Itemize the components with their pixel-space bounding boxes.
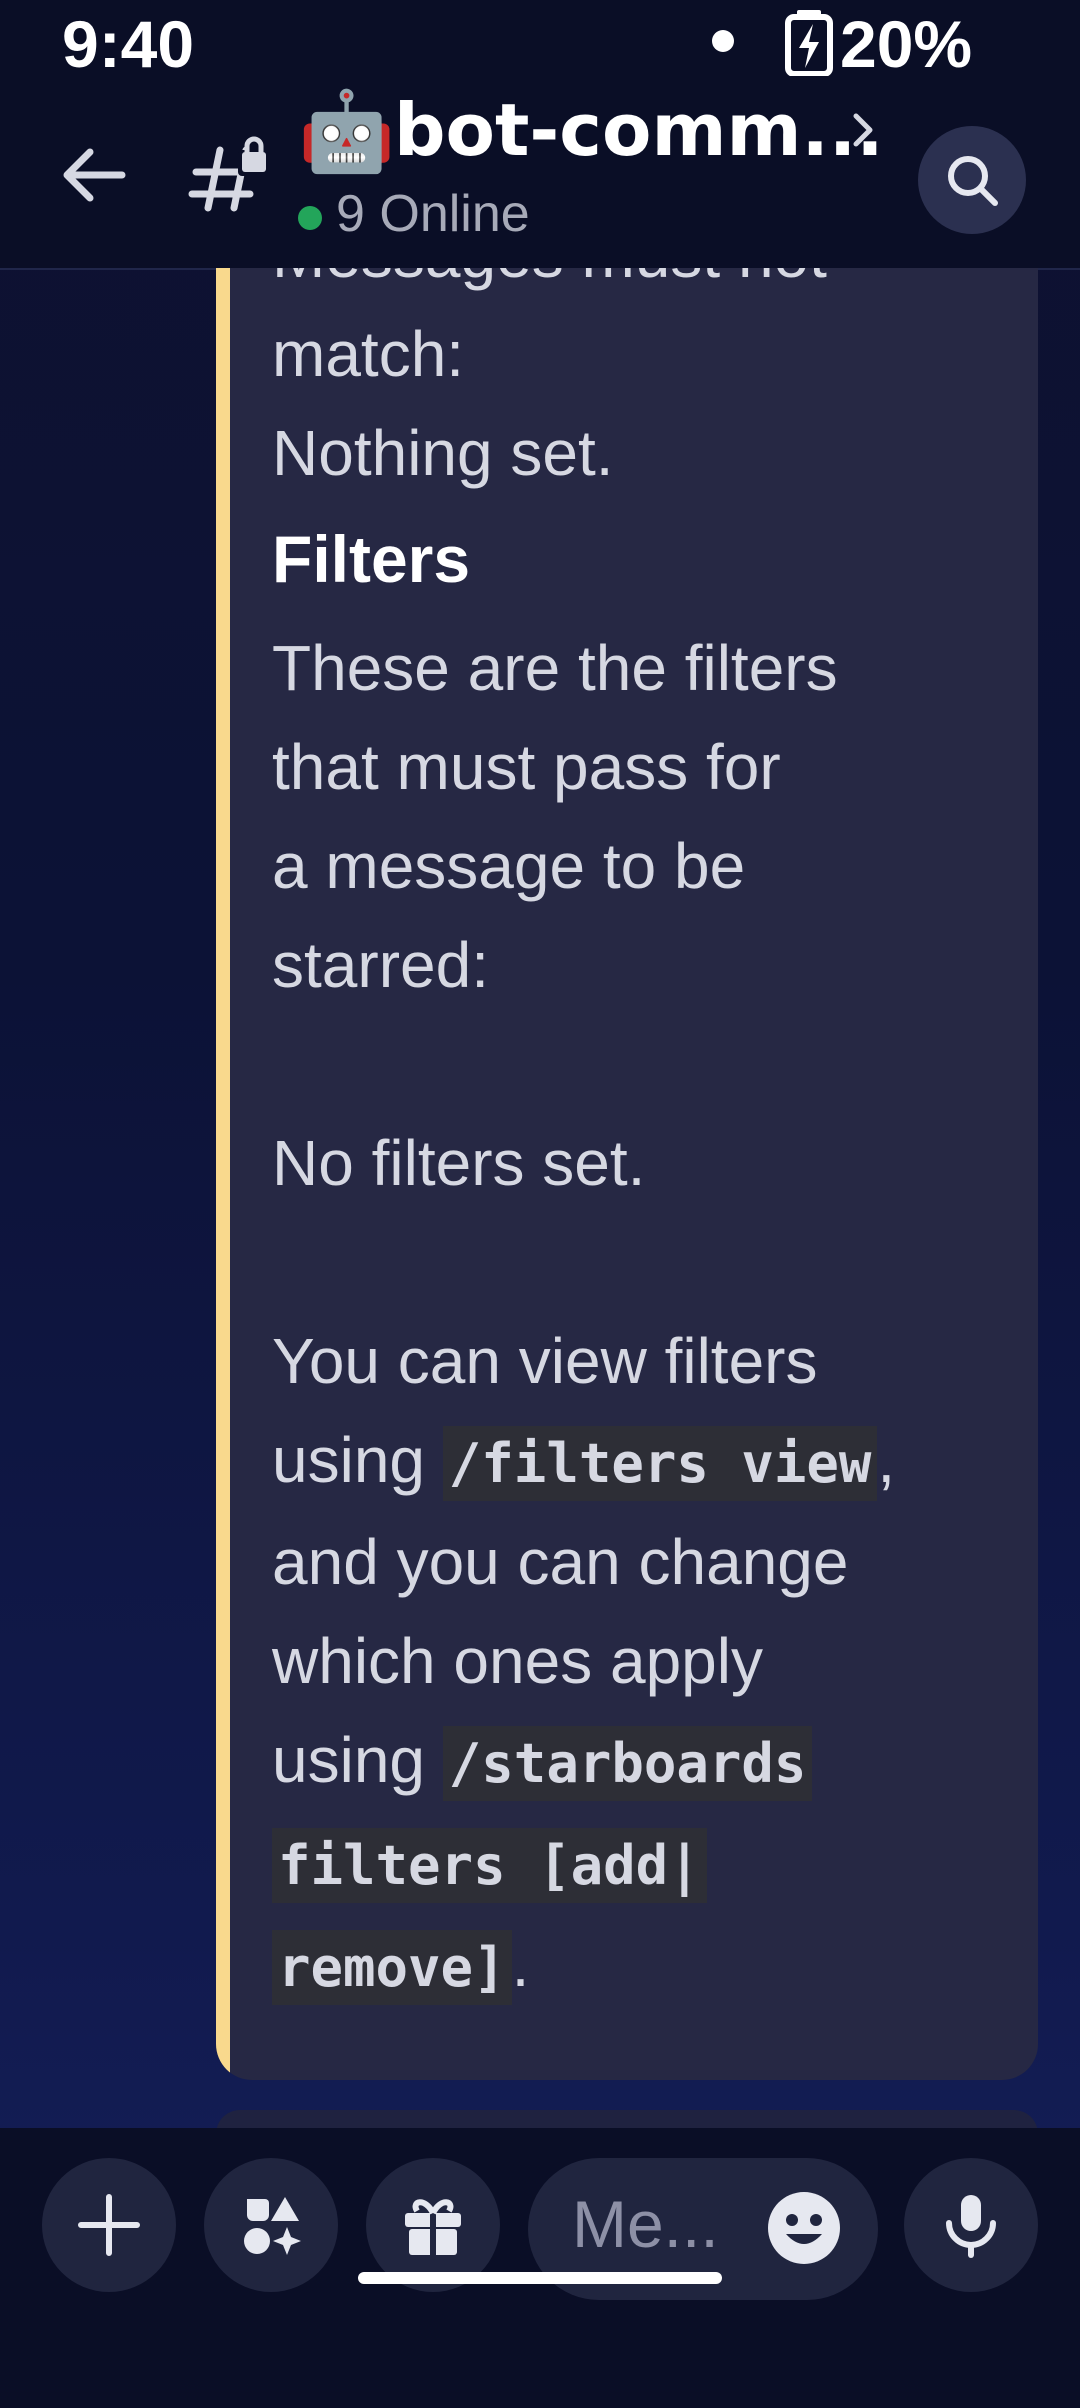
online-status-dot — [298, 206, 322, 230]
message-composer-bar: Me... — [0, 2128, 1080, 2408]
view-filters-using: using — [272, 1424, 443, 1496]
voice-button[interactable] — [904, 2158, 1038, 2292]
plus-icon — [78, 2194, 140, 2256]
home-indicator[interactable] — [358, 2272, 722, 2284]
apps-button[interactable] — [204, 2158, 338, 2292]
starboards-command-part-1[interactable]: /starboards — [442, 1726, 813, 1801]
embed-body: Messages must not match: Nothing set. Fi… — [272, 268, 1012, 2017]
filters-description-line-3: a message to be — [272, 830, 746, 902]
starboards-command-part-3[interactable]: remove] — [272, 1930, 512, 2005]
filters-description-line-1: These are the filters — [272, 632, 838, 704]
view-filters-line: using /filters view, — [272, 1411, 1012, 1513]
back-arrow-icon[interactable] — [56, 138, 130, 212]
battery-percentage: 20% — [840, 7, 973, 81]
apps-icon — [244, 2197, 301, 2255]
gift-icon — [405, 2199, 461, 2255]
embed-accent-bar — [216, 268, 230, 2080]
search-icon — [948, 156, 998, 206]
bot-emoji-icon: 🤖 — [298, 87, 396, 177]
filters-description-line-4: starred: — [272, 929, 489, 1001]
filters-view-command[interactable]: /filters view — [442, 1426, 878, 1501]
must-not-match-label-2: match: — [272, 318, 465, 390]
emoji-icon[interactable] — [766, 2190, 842, 2266]
view-filters-comma: , — [877, 1424, 896, 1496]
status-bar: 9:40 20% — [0, 0, 1080, 81]
battery-charging-icon — [785, 10, 833, 76]
change-filters-line: using /starboards — [272, 1711, 1012, 1813]
starboards-command-part-2[interactable]: filters [add| — [272, 1828, 707, 1903]
must-not-match-value: Nothing set. — [272, 417, 614, 489]
no-filters-text: No filters set. — [272, 1127, 646, 1199]
online-count: 9 Online — [336, 185, 530, 243]
channel-name[interactable]: bot-comm... — [394, 88, 884, 172]
channel-header: 🤖 bot-comm... 9 Online — [0, 80, 1080, 270]
must-not-match-label: Messages must not — [272, 268, 1012, 305]
attach-button[interactable] — [42, 2158, 176, 2292]
starboard-embed: Messages must not match: Nothing set. Fi… — [216, 268, 1038, 2080]
chevron-right-icon[interactable] — [848, 108, 878, 152]
locked-channel-icon — [188, 136, 268, 212]
message-placeholder: Me... — [572, 2187, 719, 2261]
search-button[interactable] — [918, 126, 1026, 234]
change-filters-using: using — [272, 1724, 443, 1796]
change-filters-period: . — [511, 1928, 530, 2000]
change-filters-text-1: and you can change — [272, 1526, 849, 1598]
status-time: 9:40 — [62, 7, 195, 81]
view-filters-text: You can view filters — [272, 1325, 818, 1397]
filters-heading: Filters — [272, 522, 471, 596]
filters-description-line-2: that must pass for — [272, 731, 781, 803]
microphone-icon — [946, 2195, 996, 2258]
change-filters-text-2: which ones apply — [272, 1625, 763, 1697]
notification-dot-icon — [712, 30, 734, 52]
